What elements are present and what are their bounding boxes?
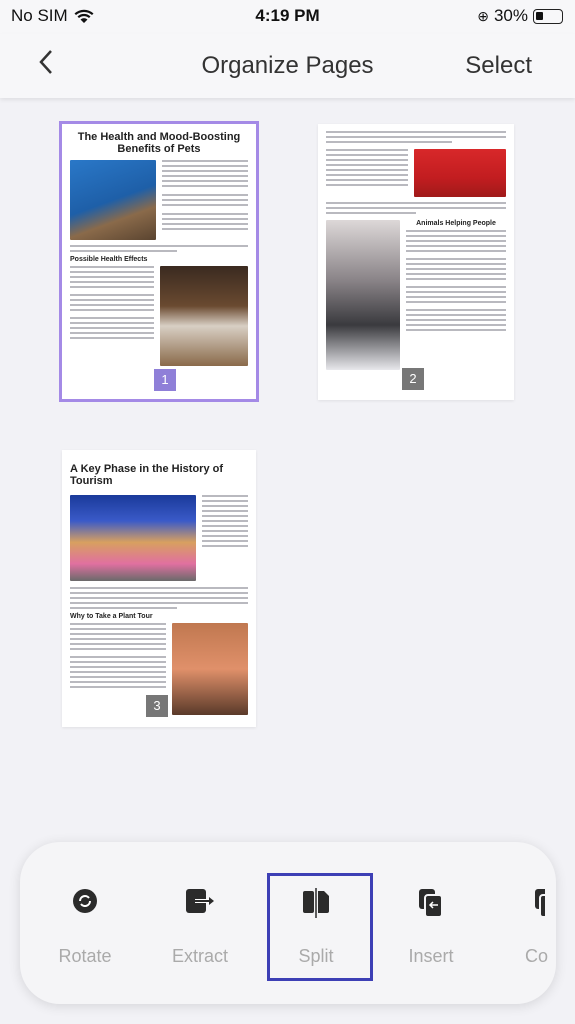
section-heading: Animals Helping People (416, 220, 496, 227)
section-heading: Possible Health Effects (70, 256, 148, 263)
nav-bar: Organize Pages Select (0, 34, 575, 98)
page-thumbnail-3[interactable]: A Key Phase in the History of Tourism Wh… (62, 450, 256, 727)
havana-street-image (70, 495, 196, 581)
organize-toolbar: Rotate Extract Split Insert Co (20, 842, 556, 1004)
battery-icon (533, 8, 563, 24)
rotate-icon (73, 889, 97, 913)
extract-label: Extract (171, 946, 228, 966)
cat-flowers-image (326, 220, 400, 370)
page-number-badge: 2 (402, 368, 424, 390)
page-title-text: A Key Phase in the History of Tourism (70, 463, 224, 487)
dog-cat-image (160, 266, 248, 366)
insert-label: Insert (408, 946, 454, 966)
rotate-label: Rotate (58, 946, 112, 966)
copy-icon (535, 889, 545, 918)
insert-icon (419, 889, 443, 918)
split-highlight-box (267, 873, 373, 981)
status-bar: No SIM 4:19 PM ⊕ 30% (0, 0, 575, 34)
insert-button[interactable]: Insert (378, 842, 484, 1004)
dogs-image (414, 149, 506, 197)
eiffel-tower-image (172, 623, 248, 715)
copy-button[interactable]: Co (490, 842, 556, 1004)
rotate-button[interactable]: Rotate (32, 842, 138, 1004)
page-number-badge: 3 (146, 695, 168, 717)
page-thumbnail-2[interactable]: Animals Helping People 2 (318, 124, 514, 400)
select-button[interactable]: Select (465, 52, 532, 80)
extract-icon (186, 889, 214, 913)
section-heading: Why to Take a Plant Tour (70, 613, 153, 620)
page-thumbnail-1[interactable]: The Health and Mood-Boosting Benefits of… (59, 121, 259, 402)
rotation-lock-icon: ⊕ (477, 7, 489, 24)
page-number-badge: 1 (154, 369, 176, 391)
cat-image (70, 160, 156, 240)
battery-percent: 30% (493, 6, 528, 25)
copy-label: Co (525, 946, 549, 966)
page-title-text: The Health and Mood-Boosting Benefits of… (77, 131, 241, 155)
extract-button[interactable]: Extract (147, 842, 253, 1004)
